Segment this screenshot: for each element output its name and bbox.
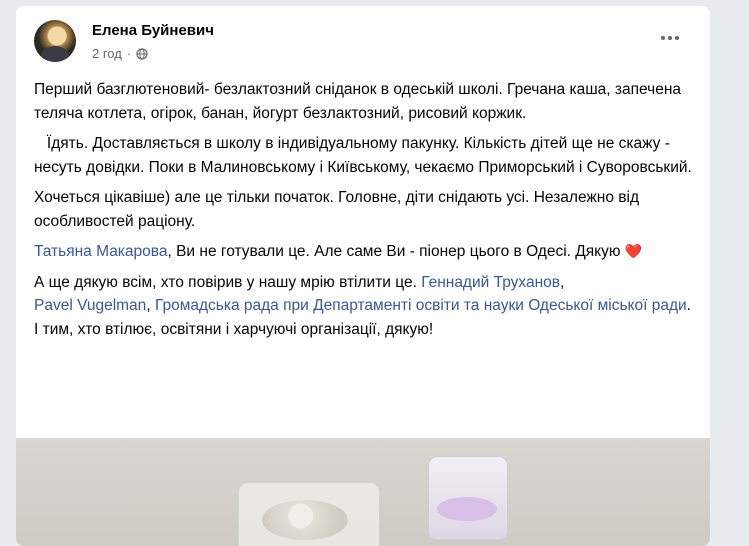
paragraph-5-text: А ще дякую всім, хто повірив у нашу мрію… [34,273,422,291]
mention-tatiana-makarova[interactable]: Татьяна Макарова [34,243,167,260]
separator: , [146,297,155,314]
paragraph-3: Хочеться цікавіше) але це тільки початок… [34,189,639,230]
paragraph-2: Їдять. Доставляється в школу в індивідуа… [34,132,694,179]
post-photo[interactable] [16,438,710,546]
rice-cake [262,500,348,540]
paragraph-4: Татьяна Макарова, Ви не готували це. Але… [34,240,694,264]
author-name[interactable]: Елена Буйневич [92,22,214,39]
separator: , [560,273,565,291]
post-time[interactable]: 2 год [92,46,122,61]
avatar[interactable] [34,20,76,62]
mention-public-council[interactable]: Громадська рада при Департаменті освіти … [155,297,687,314]
paragraph-6: І тим, хто втілює, освітяни і харчуючі о… [34,320,434,338]
paragraph-5: А ще дякую всім, хто повірив у нашу мрію… [34,271,694,342]
meta-separator: · [126,46,132,61]
yogurt-cup [428,456,508,540]
post-card: Елена Буйневич 2 год · Перший базглютено… [16,6,710,546]
mention-pavel-vugelman[interactable]: Pavel Vugelman [34,297,146,314]
post-meta: 2 год · [92,46,148,61]
period: . [686,297,691,314]
heart-icon: ❤️ [624,243,643,259]
globe-icon[interactable] [136,47,148,60]
more-dots-icon[interactable] [656,28,684,48]
paragraph-1: Перший базглютеновий- безлактозний сніда… [34,81,681,122]
post-text: Перший базглютеновий- безлактозний сніда… [34,78,694,348]
mention-gennadiy-trukhanov[interactable]: Геннадий Труханов [421,274,560,291]
paragraph-2-text: Їдять. Доставляється в школу в індивідуа… [34,135,692,176]
paragraph-4-text: , Ви не готували це. Але саме Ви - піоне… [167,243,625,260]
post-header: Елена Буйневич 2 год · [16,6,710,72]
